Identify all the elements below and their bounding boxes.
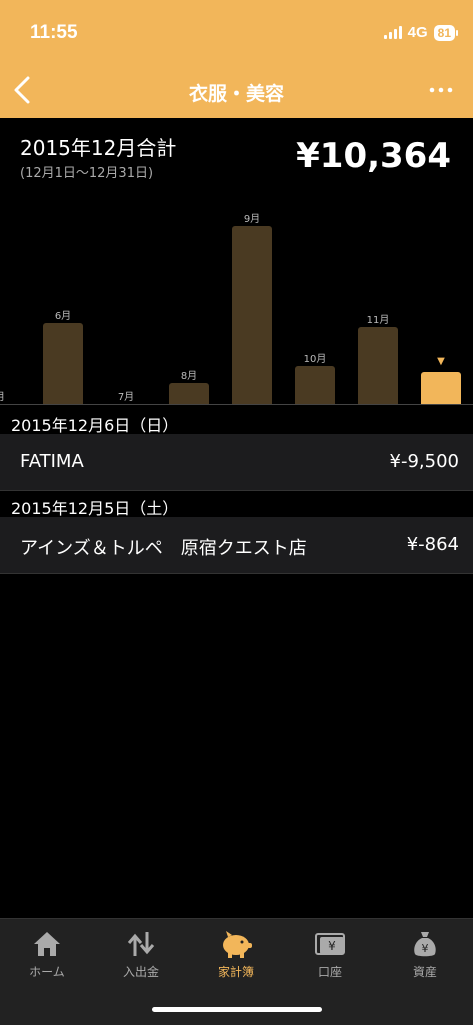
status-indicators: 4G 81 xyxy=(383,24,459,41)
chart-bar[interactable] xyxy=(169,383,209,404)
transaction-name: FATIMA xyxy=(20,451,84,472)
piggy-bank-icon xyxy=(223,931,252,958)
chart-bar-label: 7月 xyxy=(117,392,135,403)
transaction-name: アインズ＆トルペ 原宿クエスト店 xyxy=(20,538,307,559)
summary-range: (12月1日〜12月31日) xyxy=(20,166,154,181)
chart-bar-label: 11月 xyxy=(366,315,390,326)
battery-icon: 81 xyxy=(433,24,459,41)
transaction-amount: ¥-864 xyxy=(406,534,459,555)
home-icon xyxy=(34,932,60,956)
status-time: 11:55 xyxy=(30,22,78,43)
svg-text:¥: ¥ xyxy=(328,939,336,953)
status-bar: 11:55 4G 81 xyxy=(0,0,473,62)
wallet-icon: ¥ xyxy=(315,933,345,955)
current-month-marker: ▼ xyxy=(437,356,445,367)
chart-bar-label: 9月 xyxy=(243,214,261,225)
tab-assets[interactable]: ¥ 資産 xyxy=(378,929,472,980)
network-type: 4G xyxy=(407,24,428,41)
ellipsis-icon xyxy=(429,87,453,93)
tab-label: 家計簿 xyxy=(217,965,254,979)
summary-title: 2015年12月合計 xyxy=(20,136,177,160)
home-indicator xyxy=(152,1007,322,1012)
transfer-arrows-icon xyxy=(127,932,155,956)
transaction-amount: ¥-9,500 xyxy=(389,451,459,472)
chart-bar-label: 月 xyxy=(0,388,15,403)
tab-home[interactable]: ホーム xyxy=(0,929,94,980)
chart-bar-label: 8月 xyxy=(180,371,198,382)
money-bag-icon: ¥ xyxy=(414,932,436,957)
chart-bar[interactable] xyxy=(43,323,83,404)
svg-text:¥: ¥ xyxy=(422,942,429,955)
transaction-row[interactable]: FATIMA ¥-9,500 xyxy=(0,434,473,491)
tab-label: 資産 xyxy=(412,965,437,979)
date-section-header: 2015年12月5日（土） xyxy=(0,491,473,519)
chart-bar-label: 6月 xyxy=(54,311,72,322)
tab-accounts[interactable]: ¥ 口座 xyxy=(283,929,377,980)
signal-icon xyxy=(383,26,402,39)
transaction-row[interactable]: アインズ＆トルペ 原宿クエスト店 ¥-864 xyxy=(0,517,473,574)
tab-label: 口座 xyxy=(317,965,342,979)
chart-bar[interactable] xyxy=(232,226,272,404)
nav-bar: 衣服・美容 xyxy=(0,62,473,118)
tab-label: ホーム xyxy=(29,965,65,979)
section-date: 2015年12月6日（日） xyxy=(11,416,179,435)
more-button[interactable] xyxy=(427,78,455,102)
tab-label: 入出金 xyxy=(122,965,159,979)
chart-bar[interactable] xyxy=(358,327,398,404)
chart-baseline xyxy=(0,404,473,405)
battery-level: 81 xyxy=(437,25,451,40)
chart-bar[interactable] xyxy=(295,366,335,404)
date-section-header: 2015年12月6日（日） xyxy=(0,408,473,436)
chart-bar[interactable] xyxy=(421,372,461,404)
summary-total: ¥10,364 xyxy=(296,136,451,176)
tab-transfers[interactable]: 入出金 xyxy=(94,929,188,980)
section-date: 2015年12月5日（土） xyxy=(11,499,179,518)
tab-household-budget[interactable]: 家計簿 xyxy=(189,929,283,980)
monthly-bar-chart[interactable]: 月 6月 7月 8月 9月 10月 11月 ▼ xyxy=(0,198,473,408)
monthly-summary: 2015年12月合計 (12月1日〜12月31日) ¥10,364 xyxy=(0,118,473,198)
page-title: 衣服・美容 xyxy=(188,83,284,105)
chart-bar-label: 10月 xyxy=(303,354,327,365)
